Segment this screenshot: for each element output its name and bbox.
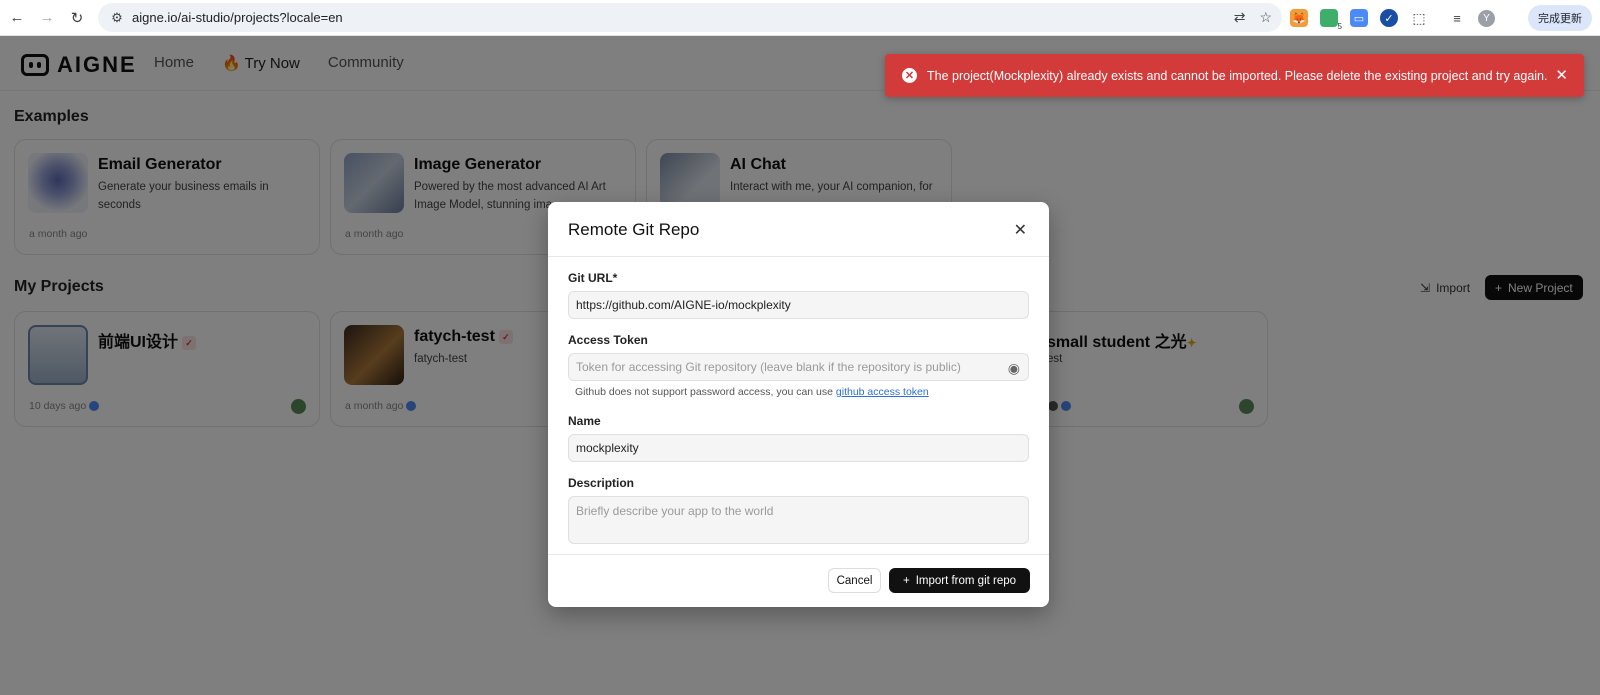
- metamask-extension-icon[interactable]: 🦊: [1290, 9, 1308, 27]
- url-text[interactable]: aigne.io/ai-studio/projects?locale=en: [132, 10, 343, 25]
- dialog-title: Remote Git Repo: [568, 220, 700, 239]
- plus-icon: +: [902, 574, 910, 587]
- site-settings-icon[interactable]: ⚙: [102, 10, 132, 26]
- close-icon[interactable]: ✕: [1014, 220, 1027, 240]
- access-token-input[interactable]: Token for accessing Git repository (leav…: [568, 353, 1029, 381]
- error-toast-message: The project(Mockplexity) already exists …: [927, 68, 1548, 83]
- screen-extension-icon[interactable]: ▭: [1350, 9, 1368, 27]
- dialog-footer-divider: [548, 554, 1049, 555]
- name-input[interactable]: mockplexity: [568, 434, 1029, 462]
- translate-icon[interactable]: ⇄: [1234, 9, 1246, 26]
- eye-visibility-icon[interactable]: ◉: [1008, 360, 1020, 377]
- green-extension-icon[interactable]: 5: [1320, 9, 1342, 31]
- browser-toolbar: ← → ↻ ⚙ aigne.io/ai-studio/projects?loca…: [0, 0, 1600, 36]
- token-helper-message: Github does not support password access,…: [575, 386, 833, 398]
- media-control-icon[interactable]: ≡: [1448, 9, 1466, 27]
- cancel-button[interactable]: Cancel: [828, 568, 881, 593]
- toast-close-icon[interactable]: ✕: [1555, 66, 1568, 84]
- update-button[interactable]: 完成更新: [1528, 5, 1592, 31]
- bookmark-star-icon[interactable]: ☆: [1259, 9, 1272, 26]
- check-extension-icon[interactable]: ✓: [1380, 9, 1398, 27]
- name-label: Name: [568, 414, 601, 428]
- remote-git-repo-dialog: Remote Git Repo ✕ Git URL* https://githu…: [548, 202, 1049, 607]
- description-textarea[interactable]: Briefly describe your app to the world: [568, 496, 1029, 544]
- reload-icon[interactable]: ↻: [62, 3, 92, 33]
- import-from-git-button[interactable]: + Import from git repo: [889, 568, 1030, 593]
- access-token-label: Access Token: [568, 333, 648, 347]
- access-token-placeholder: Token for accessing Git repository (leav…: [576, 360, 961, 374]
- git-url-label: Git URL*: [568, 271, 618, 285]
- github-access-token-link[interactable]: github access token: [836, 386, 929, 398]
- description-label: Description: [568, 476, 635, 490]
- import-from-git-label: Import from git repo: [915, 574, 1017, 587]
- dialog-divider: [548, 256, 1049, 257]
- profile-avatar[interactable]: Y: [1478, 9, 1495, 27]
- error-x-circle-icon: ✕: [902, 68, 917, 83]
- puzzle-extensions-icon[interactable]: ⬚: [1410, 9, 1428, 27]
- forward-arrow-icon[interactable]: →: [32, 3, 62, 33]
- address-bar[interactable]: ⚙ aigne.io/ai-studio/projects?locale=en …: [98, 3, 1282, 32]
- extension-badge: 5: [1337, 22, 1342, 31]
- error-toast: ✕ The project(Mockplexity) already exist…: [885, 54, 1584, 97]
- git-url-input[interactable]: https://github.com/AIGNE-io/mockplexity: [568, 291, 1029, 319]
- token-helper-text: Github does not support password access,…: [575, 386, 929, 398]
- back-arrow-icon[interactable]: ←: [2, 3, 32, 33]
